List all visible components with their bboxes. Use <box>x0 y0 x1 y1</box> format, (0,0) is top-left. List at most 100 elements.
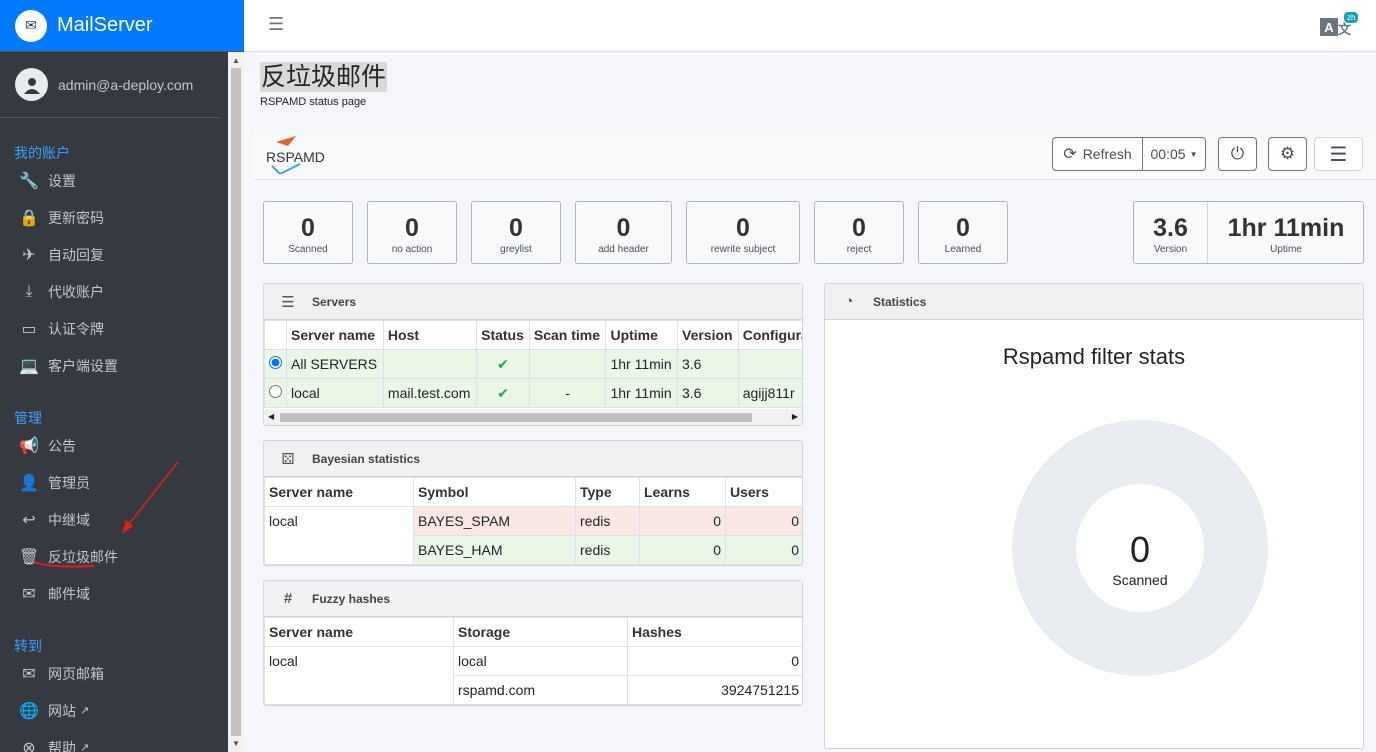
sidebar-item-label: 邮件域 <box>48 585 90 602</box>
sidebar-item-label: 网页邮箱 <box>48 665 104 682</box>
fuzzy-title: Fuzzy hashes <box>312 591 391 606</box>
sidebar-item-fetch[interactable]: ⤓ 代收账户 <box>0 273 220 310</box>
bayes-card: ⚄ Bayesian statistics Server name Symbol … <box>263 440 803 566</box>
tile-value: 0 <box>509 214 523 242</box>
servers-card: ☰ Servers Server name Host Status Scan ti… <box>263 283 803 426</box>
tile-greylist: 0 greylist <box>471 201 561 264</box>
stat-tiles: 0 Scanned 0 no action 0 greylist 0 add heade… <box>0 201 1376 265</box>
tile-label: reject <box>846 244 872 255</box>
tile-value: 0 <box>736 214 750 242</box>
table-cell: 1hr 11min <box>605 349 678 379</box>
table-cell: - <box>528 378 607 408</box>
translate-icon: A <box>1320 18 1338 36</box>
table-row[interactable]: All SERVERS ✔ 1hr 11min 3.6 <box>264 349 802 379</box>
rspamd-logo[interactable]: RSPAMD <box>266 136 336 178</box>
refresh-button[interactable]: ⟳ Refresh <box>1052 137 1143 171</box>
scrollbar-thumb[interactable] <box>231 68 241 736</box>
sidebar-item-domains[interactable]: ✉ 邮件域 <box>0 575 220 612</box>
table-cell: local <box>453 646 628 676</box>
server-radio[interactable] <box>269 385 282 398</box>
check-icon: ✔ <box>476 378 530 408</box>
sidebar-item-webmail[interactable]: ✉ 网页邮箱 <box>0 655 220 692</box>
interval-select[interactable]: 00:05 ▼ <box>1142 137 1206 171</box>
gear-icon: ⚙ <box>1279 144 1296 163</box>
sidebar-item-label: 客户端设置 <box>48 357 118 374</box>
table-row: local BAYES_SPAM redis 0 0 <box>264 506 802 565</box>
table-cell: mail.test.com <box>382 378 478 408</box>
refresh-icon: ⟳ <box>1063 146 1077 163</box>
sidebar-item-client[interactable]: 💻 客户端设置 <box>0 347 220 384</box>
column-header: Learns <box>639 477 726 507</box>
column-header: Uptime <box>605 320 678 350</box>
table-cell: local <box>264 506 414 565</box>
tile-value: 0 <box>616 214 631 242</box>
table-header-row: Server name Host Status Scan time Uptime… <box>264 320 802 350</box>
tile-learned: 0 Learned <box>918 201 1008 264</box>
table-cell: 0 <box>725 506 802 536</box>
scrollbar-thumb[interactable] <box>280 413 752 422</box>
brand[interactable]: ✉ MailServer <box>0 0 244 52</box>
user-email: admin@a-deploy.com <box>58 76 194 93</box>
power-icon: ⏻ <box>1230 144 1245 163</box>
avatar <box>15 68 48 101</box>
radio-cell[interactable] <box>264 378 287 408</box>
envelope-icon: ✉ <box>22 585 36 603</box>
tile-value: 0 <box>956 214 970 242</box>
language-badge: zh <box>1344 12 1359 23</box>
lifebuoy-icon: ⊗ <box>22 739 36 752</box>
user-panel[interactable]: admin@a-deploy.com <box>0 52 220 118</box>
sidebar-scrollbar[interactable]: ▲ ▼ <box>228 52 244 752</box>
table-cell: BAYES_HAM <box>413 535 576 565</box>
settings-button[interactable]: ⚙ <box>1268 137 1307 171</box>
table-cell: 0 <box>627 646 802 676</box>
sidebar-item-settings[interactable]: 🔧 设置 <box>0 162 220 199</box>
sidebar-item-label: 认证令牌 <box>48 320 104 337</box>
tile-value: 0 <box>405 214 419 242</box>
check-icon: ✔ <box>476 349 530 379</box>
tile-scanned: 0 Scanned <box>263 201 353 264</box>
sidebar-section-title: 我的账户 <box>14 145 70 161</box>
column-header: Version <box>677 320 739 350</box>
column-header: Status <box>476 320 530 350</box>
tile-label: Learned <box>944 244 982 255</box>
sidebar-item-tokens[interactable]: ▭ 认证令牌 <box>0 310 220 347</box>
sidebar-item-help[interactable]: ⊗ 帮助 ↗ <box>0 729 220 752</box>
column-header: Users <box>725 477 802 507</box>
refresh-label: Refresh <box>1082 146 1132 162</box>
hash-icon: # <box>283 590 293 607</box>
table-cell <box>382 349 478 379</box>
radio-cell[interactable] <box>264 349 287 379</box>
server-radio[interactable] <box>269 356 282 369</box>
table-cell: local <box>264 646 454 705</box>
table-cell: redis <box>575 506 640 536</box>
menu-toggle-icon[interactable]: ☰ <box>268 14 284 35</box>
radio-column-header <box>264 320 287 350</box>
fuzzy-table: Server name Storage Hashes local local 0… <box>264 617 802 705</box>
tile-label: rewrite subject <box>710 244 776 255</box>
brand-name: MailServer <box>57 14 153 36</box>
page-subtitle: RSPAMD status page <box>260 96 367 108</box>
table-horizontal-scrollbar[interactable]: ◀ ▶ <box>264 409 802 425</box>
column-header: Configurati <box>737 320 802 350</box>
menu-button[interactable]: ☰ <box>1314 137 1363 171</box>
language-switch[interactable]: A 文 zh <box>1316 12 1362 40</box>
scroll-right-icon[interactable]: ▶ <box>792 412 798 421</box>
tile-label: no action <box>391 244 433 255</box>
top-navbar: ☰ A 文 zh <box>244 0 1376 52</box>
scroll-up-icon[interactable]: ▲ <box>232 56 240 65</box>
scroll-left-icon[interactable]: ◀ <box>268 412 274 421</box>
table-header-row: Server name Symbol Type Learns Users <box>264 477 802 507</box>
donut-chart: 0 Scanned <box>1012 420 1268 676</box>
sidebar-item-antispam[interactable]: 🗑 反垃圾邮件 <box>0 461 220 575</box>
tile-label: greylist <box>500 244 532 255</box>
sidebar-section-title: 管理 <box>14 410 42 426</box>
version-value: 3.6 <box>1153 214 1188 242</box>
scroll-down-icon[interactable]: ▼ <box>232 739 240 748</box>
sidebar-item-label: 帮助 <box>48 739 76 752</box>
disconnect-button[interactable]: ⏻ <box>1218 137 1257 171</box>
table-cell: 1hr 11min <box>605 378 678 408</box>
sidebar-item-website[interactable]: 🌐 网站 ↗ <box>0 692 220 729</box>
interval-value: 00:05 <box>1150 146 1186 162</box>
servers-header: ☰ Servers <box>264 284 802 320</box>
table-row[interactable]: local mail.test.com ✔ - 1hr 11min 3.6 ag… <box>264 378 802 408</box>
